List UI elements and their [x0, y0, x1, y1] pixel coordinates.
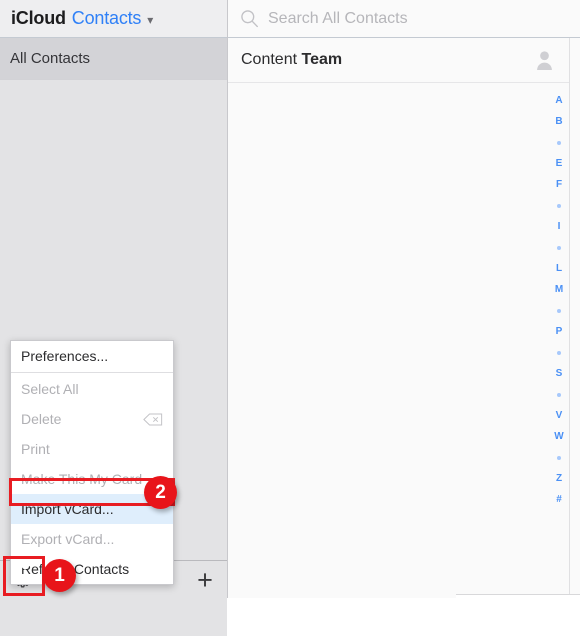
menu-item-label: Select All — [21, 381, 79, 397]
menu-pointer-notch — [12, 559, 38, 570]
brand-app-label[interactable]: Contacts — [72, 8, 142, 29]
alpha-index-entry[interactable]: Z — [549, 468, 569, 489]
menu-item-label: Delete — [21, 411, 62, 427]
contact-list-item[interactable]: Content Team — [228, 38, 580, 83]
alpha-index-dot[interactable] — [549, 237, 569, 258]
contact-first-name: Content — [241, 51, 298, 68]
avatar-person-icon — [537, 51, 552, 70]
sidebar-item-all-contacts[interactable]: All Contacts — [0, 38, 227, 80]
menu-item-print[interactable]: Print — [11, 434, 173, 464]
search-icon — [241, 10, 258, 28]
callout-badge-1: 1 — [43, 559, 76, 592]
menu-item-label: Print — [21, 441, 50, 457]
menu-item-label: Preferences... — [21, 348, 109, 364]
alpha-index-dot[interactable] — [549, 300, 569, 321]
alpha-index-entry[interactable]: S — [549, 363, 569, 384]
alpha-index-entry[interactable]: B — [549, 111, 569, 132]
menu-separator — [11, 372, 173, 373]
main-panel: Search All Contacts Content Team A B E F… — [228, 0, 580, 598]
contact-name: Content Team — [241, 51, 342, 69]
menu-item-delete[interactable]: Delete — [11, 404, 173, 434]
alpha-index-entry[interactable]: V — [549, 405, 569, 426]
alpha-index-entry[interactable]: # — [549, 489, 569, 510]
search-input[interactable]: Search All Contacts — [268, 10, 408, 28]
alpha-index-dot[interactable] — [549, 195, 569, 216]
contact-last-name: Team — [301, 51, 343, 68]
search-bar[interactable]: Search All Contacts — [228, 0, 580, 38]
menu-item-label: Import vCard... — [21, 501, 114, 517]
index-rail-divider — [569, 38, 580, 598]
menu-item-select-all[interactable]: Select All — [11, 374, 173, 404]
alpha-index-entry[interactable]: L — [549, 258, 569, 279]
add-contact-button[interactable]: + — [186, 562, 224, 598]
alpha-index-dot[interactable] — [549, 342, 569, 363]
sidebar: iCloud Contacts ▾ All Contacts + Prefere… — [0, 0, 228, 636]
backspace-icon — [143, 413, 163, 426]
alpha-index-dot[interactable] — [549, 447, 569, 468]
icloud-contacts-app: iCloud Contacts ▾ All Contacts + Prefere… — [0, 0, 580, 636]
alpha-index-entry[interactable]: W — [549, 426, 569, 447]
chevron-down-icon[interactable]: ▾ — [147, 13, 153, 27]
add-contact-label: + — [197, 564, 213, 595]
main-bottom-strip — [456, 594, 580, 598]
alpha-index-entry[interactable]: I — [549, 216, 569, 237]
brand-icloud-label: iCloud — [11, 8, 66, 28]
menu-item-export-vcard[interactable]: Export vCard... — [11, 524, 173, 554]
alpha-index-entry[interactable]: A — [549, 90, 569, 111]
menu-item-label: Export vCard... — [21, 531, 115, 547]
alpha-index-entry[interactable]: E — [549, 153, 569, 174]
alpha-index-entry[interactable]: M — [549, 279, 569, 300]
alpha-index-entry[interactable]: F — [549, 174, 569, 195]
menu-item-label: Make This My Card — [21, 471, 143, 487]
alpha-index-dot[interactable] — [549, 384, 569, 405]
alphabet-index[interactable]: A B E F I L M P S V W Z # — [549, 90, 569, 510]
contact-list: Content Team A B E F I L M P S V W Z # — [228, 38, 580, 598]
callout-badge-2: 2 — [144, 476, 177, 509]
alpha-index-entry[interactable]: P — [549, 321, 569, 342]
backspace-glyph — [143, 413, 163, 425]
brand-bar: iCloud Contacts ▾ — [0, 0, 227, 38]
alpha-index-dot[interactable] — [549, 132, 569, 153]
sidebar-item-label: All Contacts — [10, 50, 91, 67]
settings-context-menu: Preferences... Select All Delete Print M… — [10, 340, 174, 585]
menu-item-preferences[interactable]: Preferences... — [11, 341, 173, 371]
